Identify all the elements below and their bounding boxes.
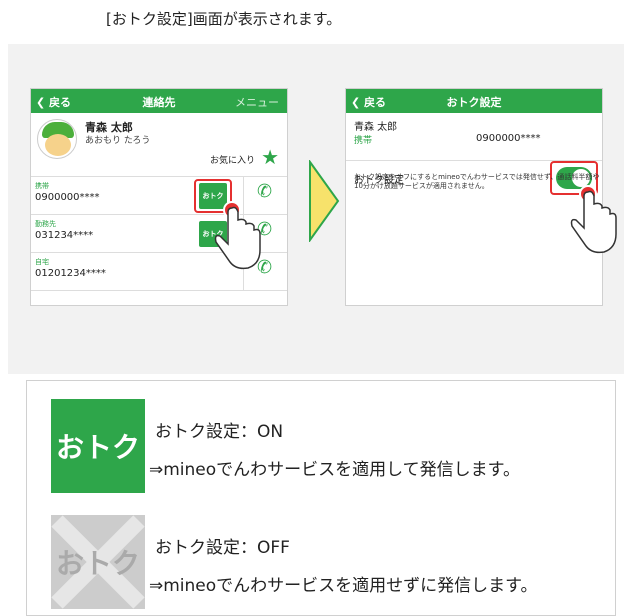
otoku-on-desc: ⇒mineoでんわサービスを適用して発信します。	[149, 460, 520, 480]
otoku-off-desc: ⇒mineoでんわサービスを適用せずに発信します。	[149, 576, 538, 596]
nav-bar: ❮ 戻る 連絡先 メニュー	[31, 89, 287, 113]
row-number: 031234****	[35, 230, 94, 241]
contact-kana: あおもり たろう	[85, 136, 151, 146]
star-icon[interactable]: ★	[261, 145, 279, 169]
otoku-on-title: おトク設定：ON	[155, 422, 284, 442]
favorite-label: お気に入り	[209, 156, 255, 166]
contact-summary: 青森 太郎 携帯 0900000****	[346, 113, 602, 161]
contact-screen: ❮ 戻る 連絡先 メニュー 青森 太郎 あおもり たろう お気に入り ★ 携帯 …	[30, 88, 288, 306]
otoku-off-badge-text: おトク	[55, 547, 140, 580]
tap-hand-icon	[570, 185, 617, 254]
nav-title: おトク設定	[446, 96, 502, 109]
setting-description: おトク設定をオフにするとmineoでんわサービスでは発信せず、通話料半額や10分…	[354, 173, 600, 190]
menu-button[interactable]: メニュー	[235, 94, 279, 110]
page-heading: [おトク設定]画面が表示されます。	[106, 10, 342, 28]
contact-header: 青森 太郎 あおもり たろう お気に入り ★	[31, 113, 287, 177]
legend-panel: おトク おトク設定：ON ⇒mineoでんわサービスを適用して発信します。 おト…	[26, 380, 616, 616]
contact-name: 青森 太郎	[354, 122, 398, 133]
row-number: 0900000****	[476, 133, 541, 144]
avatar	[37, 119, 77, 159]
row-label: 勤務先	[35, 220, 56, 228]
call-icon[interactable]: ✆	[257, 181, 272, 202]
otoku-settings-screen: ❮ 戻る おトク設定 青森 太郎 携帯 0900000**** おトク設定 おト…	[345, 88, 603, 306]
row-number: 01201234****	[35, 268, 106, 279]
otoku-on-badge: おトク	[51, 399, 145, 493]
row-number: 0900000****	[35, 192, 100, 203]
row-label: 自宅	[35, 258, 49, 266]
nav-bar: ❮ 戻る おトク設定	[346, 89, 602, 113]
otoku-off-badge: おトク	[51, 515, 145, 609]
otoku-off-title: おトク設定：OFF	[155, 538, 290, 558]
next-arrow-icon	[309, 160, 340, 242]
row-label: 携帯	[354, 136, 373, 146]
avatar-face	[45, 134, 71, 156]
tap-hand-icon	[214, 201, 261, 270]
row-label: 携帯	[35, 182, 49, 190]
